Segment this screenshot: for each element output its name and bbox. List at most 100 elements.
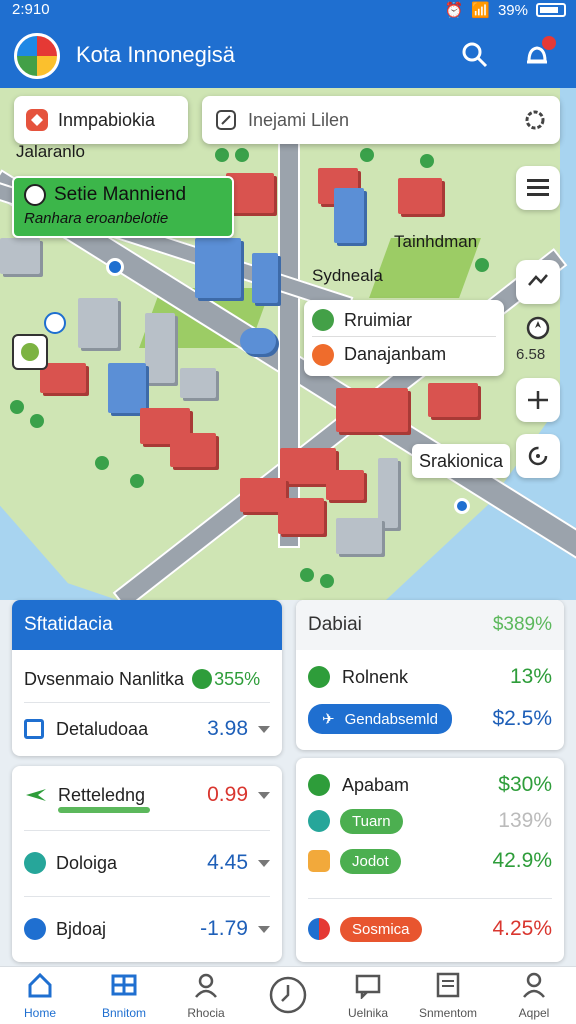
stat-row[interactable]: Bjdoaj -1.79: [12, 902, 282, 956]
location-chip[interactable]: Inmpabiokia: [14, 96, 188, 144]
city-map[interactable]: Inmpabiokia Inejami Lilen Jalaranlo Seti…: [0, 88, 576, 600]
stat-row[interactable]: ✈ Gendabsemld $2.5%: [296, 692, 564, 746]
map-building: [0, 238, 40, 274]
stat-value: 4.25%: [492, 917, 552, 940]
nav-messages[interactable]: Uelnika: [332, 971, 404, 1020]
location-chip-label: Inmpabiokia: [58, 109, 156, 130]
chevron-down-icon[interactable]: [258, 791, 270, 799]
alarm-icon: ⏰: [444, 2, 464, 19]
category-pill[interactable]: ✈ Gendabsemld: [308, 704, 452, 734]
bus-stop-icon[interactable]: [44, 312, 66, 334]
trend-up-icon: [192, 669, 213, 689]
category-pill[interactable]: Jodot: [340, 848, 401, 874]
leaf-icon: [308, 774, 330, 796]
nav-profile[interactable]: Rhocia: [170, 971, 242, 1020]
stat-row[interactable]: Dvsenmaio Nanlitka 355%: [12, 652, 282, 706]
highlight-subtitle: Ranhara eroanbelotie: [24, 210, 169, 227]
place-icon: [24, 184, 46, 206]
navigation-icon: [24, 918, 46, 940]
chat-icon: [355, 974, 381, 1001]
map-search-field[interactable]: Inejami Lilen: [202, 96, 560, 144]
poi-item[interactable]: Rruimiar: [312, 304, 496, 336]
map-callout[interactable]: Srakionica: [412, 444, 510, 478]
settings-icon[interactable]: [522, 107, 548, 133]
map-tree: [235, 148, 249, 162]
nav-reports[interactable]: Snmentom: [412, 971, 484, 1020]
plane-icon: [26, 789, 46, 801]
map-building: [145, 313, 175, 383]
stat-value: $2.5%: [492, 707, 552, 730]
stat-value: 355%: [214, 668, 261, 689]
nav-home[interactable]: Home: [4, 971, 76, 1020]
stat-label: Doloiga: [56, 852, 118, 873]
map-building: [40, 363, 86, 393]
map-building: [428, 383, 478, 417]
nav-label: Uelnika: [347, 1006, 389, 1020]
stat-value: 42.9%: [492, 849, 552, 872]
layers-button[interactable]: [516, 260, 560, 304]
map-search-placeholder: Inejami Lilen: [248, 109, 350, 130]
menu-button[interactable]: [516, 166, 560, 210]
map-building: [398, 178, 442, 214]
nav-clock[interactable]: [252, 975, 324, 1018]
network-icon: [24, 852, 46, 874]
poi-green-icon: [312, 309, 334, 331]
poi-card[interactable]: Rruimiar Danajanbam: [304, 300, 504, 376]
chevron-down-icon[interactable]: [258, 925, 270, 933]
search-button[interactable]: [456, 36, 494, 74]
plane-icon: ✈: [322, 711, 335, 728]
stat-label: Bjdoaj: [56, 918, 107, 939]
stat-label: Apabam: [342, 774, 410, 795]
stats-card-title: Dabiai: [308, 614, 362, 635]
person-icon: [523, 972, 545, 998]
stat-value: 0.99: [207, 783, 248, 806]
map-building: [334, 188, 364, 243]
stat-value: 13%: [509, 665, 552, 688]
ruler-icon: [528, 391, 548, 409]
map-building: [326, 470, 364, 500]
category-pill[interactable]: Sosmica: [340, 916, 422, 942]
compass-icon: [526, 316, 550, 340]
map-building: [195, 238, 241, 298]
stat-row[interactable]: Sosmica 4.25%: [296, 902, 564, 956]
stats-card-total: $389%: [492, 614, 552, 635]
map-building: [78, 298, 118, 348]
notifications-button[interactable]: [518, 36, 556, 74]
stat-row[interactable]: Jodot 42.9%: [296, 834, 564, 888]
chevron-down-icon[interactable]: [258, 859, 270, 867]
locate-button[interactable]: [516, 306, 560, 350]
map-building: [278, 498, 324, 534]
map-building: [180, 368, 216, 398]
map-marker[interactable]: [454, 498, 470, 514]
stats-card-right-list: Apabam $30% Tuarn 139% Jodot 42.9% Sosmi…: [296, 758, 564, 962]
battery-percent: 39%: [497, 1, 528, 19]
category-pill[interactable]: Tuarn: [340, 808, 403, 834]
map-tree: [30, 414, 44, 428]
chart-icon: [308, 666, 330, 688]
stats-card-right: Dabiai $389% Rolnenk 13% ✈ Gendabsemld $…: [296, 600, 564, 750]
vegetable-market-icon[interactable]: [12, 334, 48, 370]
document-list-icon: [436, 972, 460, 998]
refresh-button[interactable]: [516, 434, 560, 478]
flag-icon: [308, 918, 330, 940]
stat-value: -1.79: [200, 917, 248, 940]
stat-label: Rolnenk: [342, 666, 409, 687]
poi-item[interactable]: Danajanbam: [312, 336, 496, 372]
stat-row[interactable]: Retteledng 0.99: [12, 768, 282, 822]
stats-card-header: Dabiai $389%: [296, 600, 564, 650]
map-marker[interactable]: [106, 258, 124, 276]
stat-value: 4.45: [207, 851, 248, 874]
stat-row[interactable]: Doloiga 4.45: [12, 836, 282, 890]
app-title: Kota Innonegisä: [76, 42, 236, 67]
measure-button[interactable]: [516, 378, 560, 422]
nav-account[interactable]: Aqpel: [498, 971, 570, 1020]
app-logo: [14, 33, 60, 79]
stat-row[interactable]: Detaludoaa 3.98: [12, 702, 282, 756]
chevron-down-icon[interactable]: [258, 725, 270, 733]
highlight-card[interactable]: Setie Manniend Ranhara eroanbelotie: [12, 176, 234, 238]
map-tree: [215, 148, 229, 162]
play-icon: [308, 810, 330, 832]
nav-dashboard[interactable]: Bnnitom: [88, 971, 160, 1020]
map-building: [108, 363, 146, 413]
map-tree: [360, 148, 374, 162]
